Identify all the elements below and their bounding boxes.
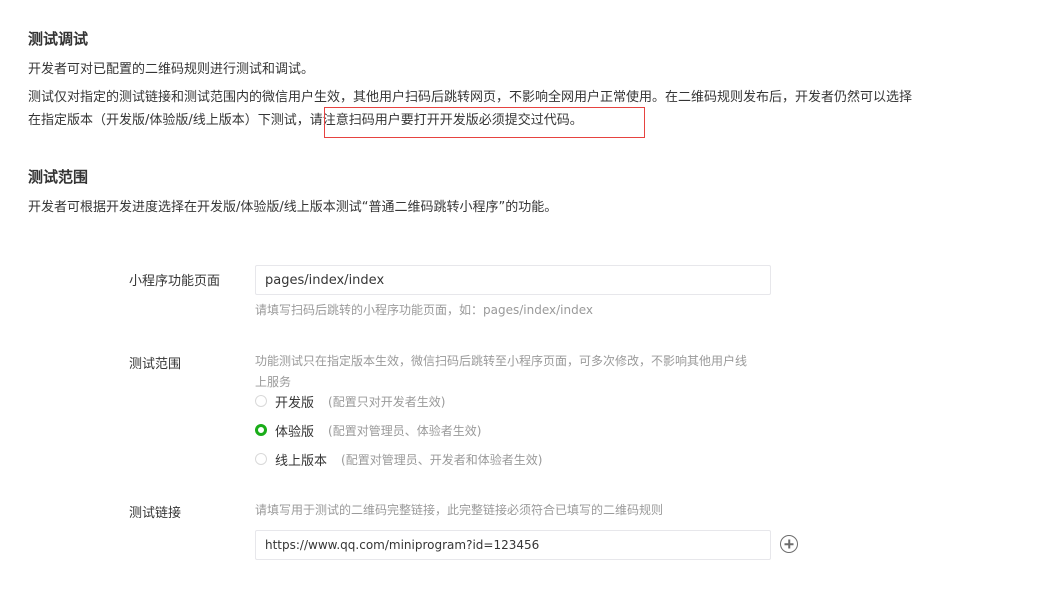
page-field-tip: 请填写扫码后跳转的小程序功能页面，如：pages/index/index [255, 303, 593, 317]
link-field-label: 测试链接 [129, 506, 182, 521]
radio-desc: (配置对管理员、开发者和体验者生效) [341, 452, 543, 467]
debug-desc-line1: 测试仅对指定的测试链接和测试范围内的微信用户生效，其他用户扫码后跳转网页，不影响… [28, 90, 913, 105]
link-field-tip: 请填写用于测试的二维码完整链接，此完整链接必须符合已填写的二维码规则 [255, 503, 664, 517]
scope-intro: 开发者可根据开发进度选择在开发版/体验版/线上版本测试“普通二维码跳转小程序”的… [28, 200, 558, 215]
plus-circle-icon[interactable] [780, 535, 798, 553]
scope-field-label: 测试范围 [129, 357, 182, 372]
debug-section-title: 测试调试 [28, 30, 89, 48]
scope-section-title: 测试范围 [28, 168, 89, 186]
radio-button[interactable] [255, 424, 267, 436]
highlight-box [324, 107, 645, 138]
page-field-label: 小程序功能页面 [129, 274, 221, 289]
debug-intro: 开发者可对已配置的二维码规则进行测试和调试。 [28, 62, 315, 77]
scope-field-tip-line2: 上服务 [255, 375, 292, 389]
radio-desc: (配置只对开发者生效) [328, 394, 446, 409]
scope-field-tip-line1: 功能测试只在指定版本生效，微信扫码后跳转至小程序页面，可多次修改，不影响其他用户… [255, 354, 748, 368]
radio-option-dev[interactable]: 开发版 (配置只对开发者生效) [255, 392, 446, 411]
radio-label: 体验版 [275, 424, 315, 440]
radio-button[interactable] [255, 395, 267, 407]
radio-label: 开发版 [275, 395, 315, 411]
radio-label: 线上版本 [275, 453, 328, 469]
test-link-input[interactable] [255, 530, 771, 560]
radio-button[interactable] [255, 453, 267, 465]
radio-option-online[interactable]: 线上版本 (配置对管理员、开发者和体验者生效) [255, 450, 543, 469]
radio-desc: (配置对管理员、体验者生效) [328, 423, 482, 438]
radio-option-trial[interactable]: 体验版 (配置对管理员、体验者生效) [255, 421, 482, 440]
debug-desc-prefix: 在指定版本（开发版/体验版/线上版本）下测试， [28, 113, 310, 128]
page-path-input[interactable] [255, 265, 771, 295]
